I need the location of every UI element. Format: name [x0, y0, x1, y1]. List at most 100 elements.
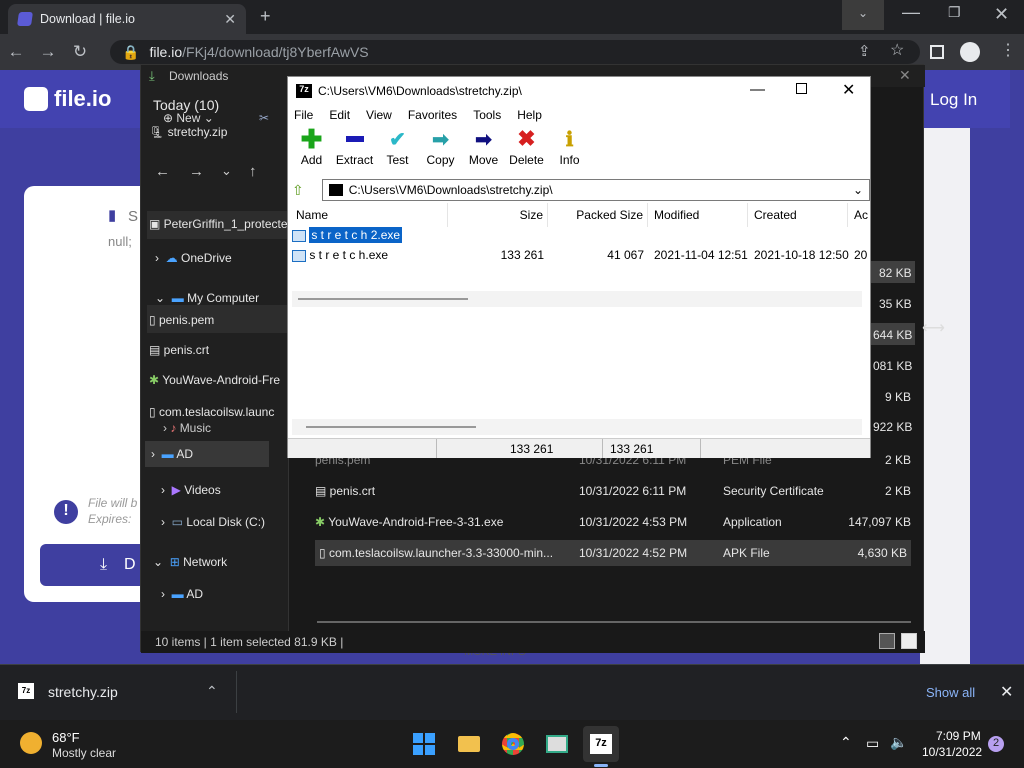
- nav-recent-icon[interactable]: ⌄: [221, 163, 232, 179]
- move-label: Move: [468, 153, 499, 167]
- col-modified[interactable]: Modified: [648, 203, 748, 227]
- show-all-link[interactable]: Show all: [926, 685, 975, 700]
- sidebar-item-mycomputer[interactable]: ⌄ ▬ My Computer: [155, 291, 259, 305]
- file-size: 4,630 KB: [857, 546, 907, 560]
- file-size: 147,097 KB: [848, 515, 911, 529]
- 7zip-minimize-button[interactable]: —: [750, 81, 765, 98]
- horizontal-scrollbar[interactable]: [317, 621, 911, 623]
- move-button[interactable]: ➡ Move: [462, 125, 505, 177]
- side-panel-icon[interactable]: [930, 45, 944, 59]
- chrome-menu-icon[interactable]: ⋮: [1000, 40, 1016, 60]
- profile-avatar[interactable]: [960, 42, 980, 62]
- forward-button[interactable]: →: [32, 42, 64, 62]
- login-link[interactable]: Log In: [930, 90, 977, 110]
- file-date: 10/31/2022 4:53 PM: [579, 515, 688, 529]
- zip-row[interactable]: s t r e t c h.exe 133 261 41 067 2021-11…: [292, 248, 868, 266]
- extract-button[interactable]: Extract: [333, 125, 376, 177]
- col-accessed[interactable]: Ac: [848, 203, 870, 227]
- add-button[interactable]: ✚ Add: [290, 124, 333, 177]
- sidebar-item-ad[interactable]: › ▬ AD: [151, 447, 193, 461]
- tab-download[interactable]: Download | file.io ✕: [8, 4, 246, 34]
- sidebar-item-onedrive[interactable]: › ☁ OneDrive: [155, 251, 232, 265]
- menu-file[interactable]: File: [294, 108, 313, 122]
- menu-favorites[interactable]: Favorites: [408, 108, 457, 122]
- address-bar[interactable]: 🔒 file.io/FKj4/download/tj8YberfAwVS: [110, 40, 920, 64]
- sidebar-item-network-ad[interactable]: › ▬ AD: [161, 587, 203, 601]
- menu-edit[interactable]: Edit: [329, 108, 350, 122]
- close-downloads-bar-icon[interactable]: ✕: [1000, 682, 1013, 702]
- volume-icon[interactable]: 🔈: [890, 734, 907, 751]
- 7zip-close-button[interactable]: ✕: [842, 80, 855, 100]
- menu-help[interactable]: Help: [517, 108, 542, 122]
- start-button[interactable]: [406, 726, 442, 762]
- 7zip-address-input[interactable]: C:\Users\VM6\Downloads\stretchy.zip\ ⌄: [321, 179, 870, 201]
- network-icon[interactable]: ▭: [866, 735, 879, 752]
- copy-button[interactable]: ➡ Copy: [419, 125, 462, 177]
- tiles-view-icon[interactable]: [901, 633, 917, 649]
- page-scrollbar[interactable]: [1010, 70, 1024, 664]
- file-row-selected[interactable]: ▯ com.teslacoilsw.launcher-3.3-33000-min…: [315, 540, 911, 566]
- clock-date[interactable]: 10/31/2022: [922, 745, 982, 759]
- file-row[interactable]: ✱ YouWave-Android-Free-3-31.exe 10/31/202…: [315, 509, 911, 535]
- download-options-chevron-icon[interactable]: ⌃: [206, 683, 218, 700]
- menu-tools[interactable]: Tools: [473, 108, 501, 122]
- file-name-text: com.teslacoilsw.launcher-3.3-33000-min..…: [328, 546, 554, 560]
- notification-badge[interactable]: 2: [988, 736, 1004, 752]
- new-button[interactable]: ⊕ New ⌄: [163, 111, 214, 125]
- nav-forward-icon[interactable]: →: [189, 163, 204, 180]
- col-packed-size[interactable]: Packed Size: [548, 203, 648, 227]
- chrome-taskbar-icon[interactable]: [495, 726, 531, 762]
- sidebar-item-music[interactable]: › ♪ Music: [163, 421, 211, 435]
- site-logo[interactable]: file.io: [24, 86, 111, 112]
- bookmark-star-icon[interactable]: ☆: [890, 40, 904, 60]
- file-row[interactable]: ▤ penis.crt 10/31/2022 6:11 PM Security Ce…: [315, 478, 911, 504]
- col-created[interactable]: Created: [748, 203, 848, 227]
- nav-back-icon[interactable]: ←: [155, 163, 170, 180]
- col-size[interactable]: Size: [448, 203, 548, 227]
- zip-hscroll-track[interactable]: [292, 291, 862, 307]
- details-view-icon[interactable]: [879, 633, 895, 649]
- app-taskbar-icon[interactable]: [539, 726, 575, 762]
- delete-button[interactable]: ✖ Delete: [505, 125, 548, 177]
- explorer-close-icon[interactable]: ✕: [899, 67, 911, 84]
- zip-hscroll-track-2[interactable]: [292, 419, 862, 435]
- sidebar-item-videos[interactable]: › ▶ Videos: [161, 483, 221, 497]
- file-explorer-taskbar-icon[interactable]: [451, 726, 487, 762]
- col-name[interactable]: Name: [288, 203, 448, 227]
- new-tab-button[interactable]: +: [260, 6, 271, 27]
- 7zip-maximize-button[interactable]: [796, 83, 807, 94]
- download-button[interactable]: ⤓ D: [40, 544, 150, 586]
- sidebar-item-petergriffin[interactable]: ▣ PeterGriffin_1_protecte: [149, 217, 288, 231]
- left-file-teslacoil[interactable]: ▯ com.teslacoilsw.launc: [149, 405, 274, 419]
- tab-search-button[interactable]: ⌄: [842, 0, 884, 30]
- stretchy-zip-item[interactable]: 🗜 stretchy.zip: [149, 125, 227, 139]
- close-tab-icon[interactable]: ✕: [224, 11, 236, 28]
- reload-button[interactable]: ↻: [64, 42, 96, 62]
- restore-button[interactable]: ❐: [948, 4, 961, 21]
- 7zip-taskbar-icon[interactable]: 7z: [583, 726, 619, 762]
- minimize-button[interactable]: —: [902, 2, 920, 23]
- sidebar-item-localdisk[interactable]: › ▭ Local Disk (C:): [161, 515, 265, 529]
- close-window-button[interactable]: ✕: [994, 4, 1009, 25]
- up-folder-icon[interactable]: ⇧: [292, 182, 304, 199]
- test-button[interactable]: ✔ Test: [376, 125, 419, 177]
- info-button[interactable]: ℹ Info: [548, 125, 591, 177]
- zip-archive-icon: [328, 184, 343, 196]
- sidebar-item-network[interactable]: ⌄ ⊞ Network: [153, 555, 227, 569]
- back-button[interactable]: ←: [0, 42, 32, 62]
- tray-chevron-icon[interactable]: ⌃: [840, 734, 852, 751]
- cut-icon[interactable]: ✂: [259, 111, 269, 125]
- left-file-penis-crt[interactable]: ▤ penis.crt: [149, 343, 209, 357]
- weather-desc[interactable]: Mostly clear: [52, 746, 116, 760]
- info-icon: !: [54, 500, 78, 524]
- menu-view[interactable]: View: [366, 108, 392, 122]
- left-file-penis-pem[interactable]: ▯ penis.pem: [149, 313, 214, 327]
- nav-up-icon[interactable]: ↑: [249, 163, 257, 180]
- left-file-youwave[interactable]: ✱ YouWave-Android-Fre: [149, 373, 280, 387]
- zip-row-selected[interactable]: s t r e t c h 2.exe: [292, 227, 403, 246]
- clock-time[interactable]: 7:09 PM: [936, 729, 981, 743]
- share-icon[interactable]: ⇪: [858, 42, 871, 60]
- address-dropdown-icon[interactable]: ⌄: [853, 183, 863, 197]
- weather-temp[interactable]: 68°F: [52, 730, 80, 745]
- download-filename[interactable]: stretchy.zip: [48, 684, 118, 700]
